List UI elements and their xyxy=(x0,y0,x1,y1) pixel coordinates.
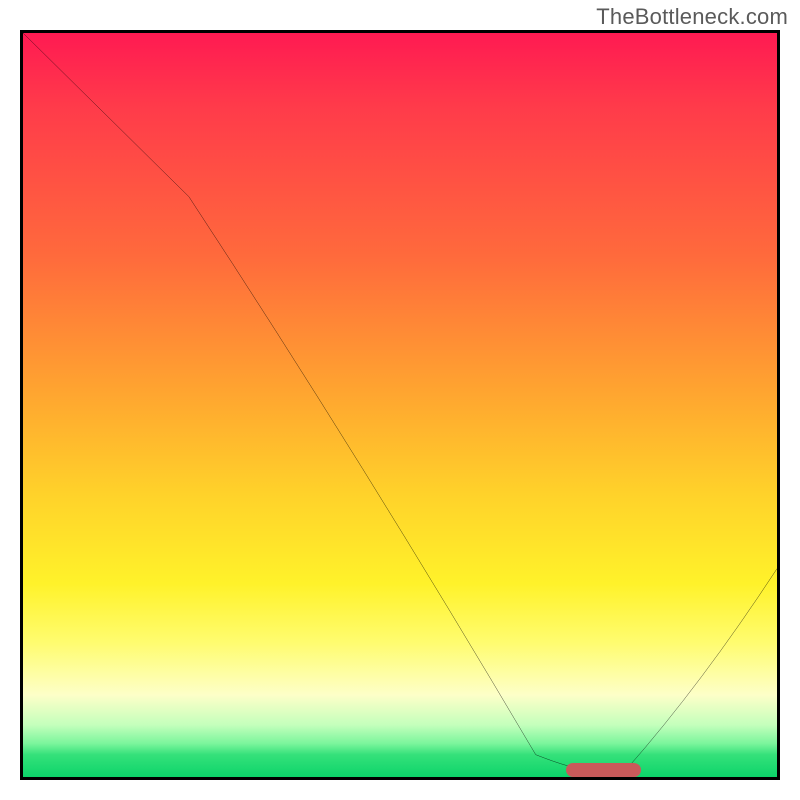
watermark-label: TheBottleneck.com xyxy=(596,4,788,30)
bottleneck-curve xyxy=(23,33,777,777)
optimum-range-marker xyxy=(566,763,641,777)
plot-frame xyxy=(20,30,780,780)
chart-container: TheBottleneck.com xyxy=(0,0,800,800)
